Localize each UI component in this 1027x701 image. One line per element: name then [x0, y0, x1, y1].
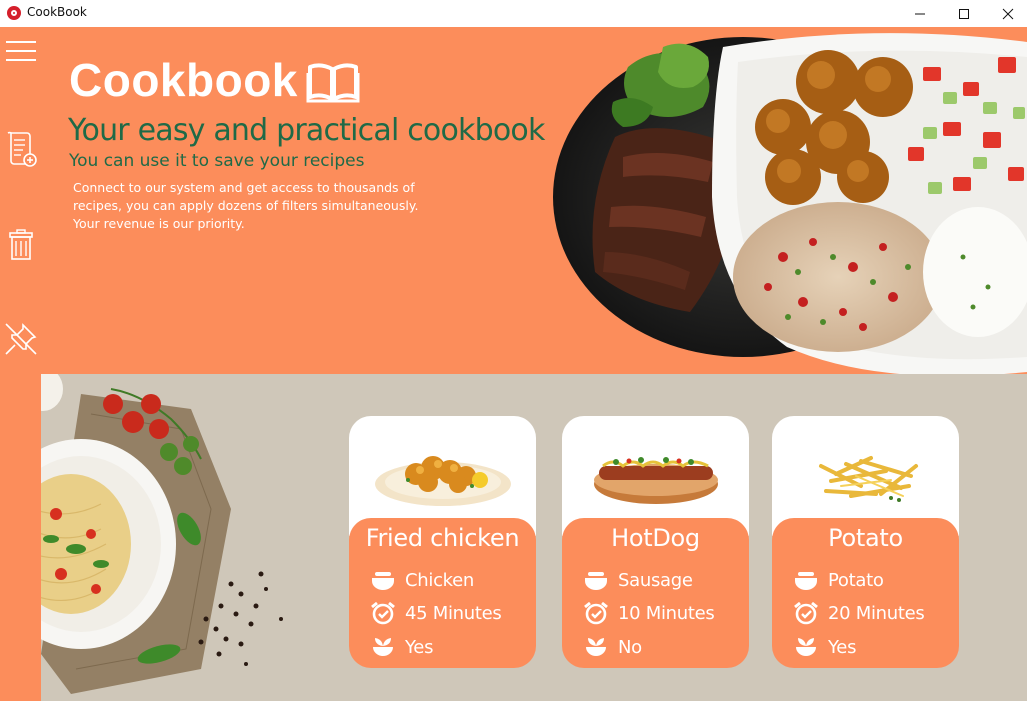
brand: Cookbook [69, 53, 360, 107]
time-row: 45 Minutes [369, 600, 502, 626]
unpin-icon [5, 323, 37, 355]
recipe-title: Fried chicken [365, 524, 520, 552]
fries-image [818, 456, 918, 502]
recipe-card[interactable]: HotDog Sausage 10 Minutes No [562, 416, 749, 668]
maximize-icon [959, 8, 969, 19]
hero-banner: Cookbook Your easy and practical cookboo… [41, 27, 1027, 374]
plant-bowl-icon [369, 635, 397, 659]
hero-food-image [553, 33, 1027, 374]
time-text: 45 Minutes [405, 602, 502, 624]
time-row: 10 Minutes [582, 600, 715, 626]
hotdog-image [593, 457, 718, 504]
flag-text: No [618, 636, 642, 658]
ingredient-row: Chicken [369, 567, 474, 593]
plant-bowl-icon [792, 635, 820, 659]
plant-bowl-icon [582, 635, 610, 659]
recipes-section: Fried chicken Chicken 45 Minutes Yes Hot… [41, 374, 1027, 701]
fried-chicken-image [374, 456, 511, 506]
delete-recipe-button[interactable] [2, 225, 40, 265]
title-bar: CookBook [0, 0, 1027, 27]
time-row: 20 Minutes [792, 600, 925, 626]
bowl-icon [369, 568, 397, 592]
tagline: Your easy and practical cookbook [68, 113, 545, 148]
flag-row: Yes [369, 634, 433, 660]
hero-description: Connect to our system and get access to … [73, 180, 419, 231]
recipe-card[interactable]: Fried chicken Chicken 45 Minutes Yes [349, 416, 536, 668]
alarm-clock-icon [792, 601, 820, 625]
time-text: 20 Minutes [828, 602, 925, 624]
app-window: CookBook Cookbook Your easy and practica… [0, 0, 1027, 701]
sidebar [0, 27, 41, 701]
alarm-clock-icon [582, 601, 610, 625]
flag-row: Yes [792, 634, 856, 660]
bowl-icon [582, 568, 610, 592]
recipe-title: Potato [828, 524, 903, 552]
add-document-icon [7, 131, 37, 167]
menu-button[interactable] [2, 31, 40, 71]
recipe-card[interactable]: Potato Potato 20 Minutes Yes [772, 416, 959, 668]
alarm-clock-icon [369, 601, 397, 625]
window-title: CookBook [27, 5, 87, 19]
add-recipe-button[interactable] [2, 129, 40, 169]
unpin-button[interactable] [2, 319, 40, 359]
brand-title: Cookbook [69, 54, 298, 106]
ingredient-row: Sausage [582, 567, 693, 593]
ingredient-text: Chicken [405, 569, 475, 591]
flag-row: No [582, 634, 642, 660]
close-icon [1002, 8, 1014, 19]
app-logo-icon [7, 6, 21, 20]
ingredient-text: Potato [828, 569, 884, 591]
trash-icon [9, 229, 33, 260]
flag-text: Yes [405, 636, 434, 658]
time-text: 10 Minutes [618, 602, 715, 624]
minimize-icon [915, 13, 925, 14]
ingredient-row: Potato [792, 567, 884, 593]
bowl-icon [792, 568, 820, 592]
minimize-button[interactable] [898, 0, 942, 27]
recipe-title: HotDog [611, 524, 700, 552]
pasta-decoration-image [41, 374, 283, 694]
flag-text: Yes [828, 636, 857, 658]
hamburger-menu-icon [6, 41, 36, 61]
ingredient-text: Sausage [618, 569, 693, 591]
close-button[interactable] [986, 0, 1027, 27]
sub-tagline: You can use it to save your recipes [69, 151, 365, 171]
open-book-icon [306, 63, 360, 103]
maximize-button[interactable] [942, 0, 986, 27]
